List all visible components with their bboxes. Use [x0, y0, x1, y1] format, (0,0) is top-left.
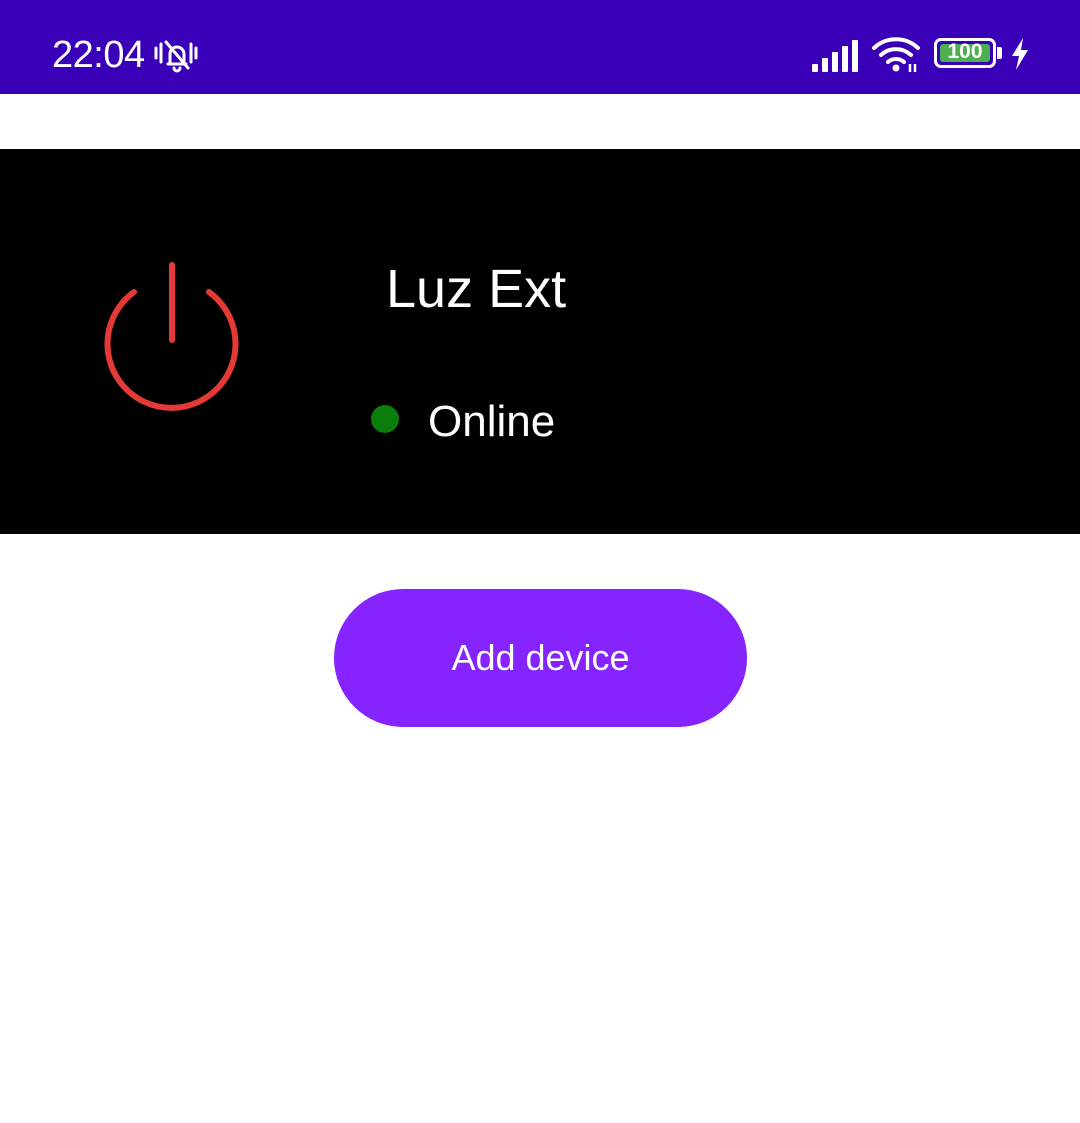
status-time: 22:04	[52, 34, 145, 76]
online-status-dot	[371, 405, 399, 433]
charging-bolt-icon	[1012, 38, 1028, 70]
device-status: Online	[428, 397, 556, 446]
signal-icon	[812, 40, 858, 72]
add-device-button[interactable]: Add device	[334, 589, 747, 727]
bell-off-vibrate-icon	[154, 40, 198, 73]
device-name: Luz Ext	[386, 259, 567, 319]
power-icon[interactable]	[96, 255, 248, 415]
battery-level: 100	[947, 40, 983, 63]
battery-icon: 100	[934, 38, 996, 68]
status-bar: 22:04 100	[0, 0, 1080, 94]
wifi-icon	[872, 37, 920, 72]
battery-cap	[997, 47, 1002, 59]
device-card[interactable]: Luz Ext Online	[0, 149, 1080, 534]
